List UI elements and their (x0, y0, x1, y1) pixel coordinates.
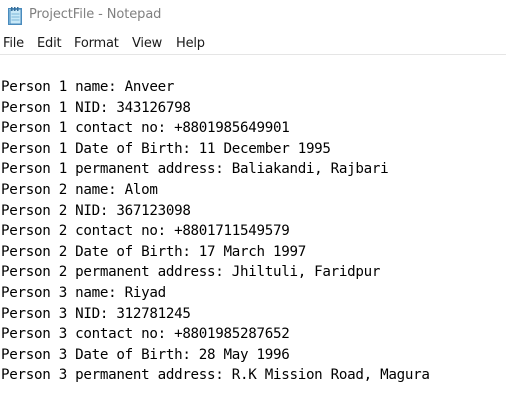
text-editor-area[interactable]: Person 1 name: Anveer Person 1 NID: 3431… (0, 56, 506, 420)
text-line: Person 3 contact no: +8801985287652 (1, 326, 290, 343)
text-line: Person 2 Date of Birth: 17 March 1997 (1, 243, 306, 260)
notepad-icon (6, 6, 24, 26)
menu-format[interactable]: Format (74, 36, 119, 51)
text-content: Person 1 name: Anveer Person 1 NID: 3431… (1, 77, 430, 386)
text-line: Person 1 Date of Birth: 11 December 1995 (1, 140, 331, 157)
text-line: Person 3 NID: 312781245 (1, 305, 191, 322)
menu-bar: File Edit Format View Help (0, 33, 506, 55)
text-line: Person 3 permanent address: R.K Mission … (1, 367, 430, 384)
text-line: Person 1 name: Anveer (1, 79, 175, 95)
notepad-window: ProjectFile - Notepad File Edit Format V… (0, 0, 506, 420)
text-line: Person 2 permanent address: Jhiltuli, Fa… (1, 264, 381, 281)
text-line: Person 2 contact no: +8801711549579 (1, 223, 290, 240)
menu-view[interactable]: View (132, 36, 162, 51)
text-line: Person 2 name: Alom (1, 181, 158, 198)
text-line: Person 3 Date of Birth: 28 May 1996 (1, 346, 290, 363)
window-title: ProjectFile - Notepad (29, 7, 162, 22)
text-line: Person 1 NID: 343126798 (1, 99, 191, 116)
menu-edit[interactable]: Edit (37, 36, 62, 51)
text-line: Person 2 NID: 367123098 (1, 202, 191, 219)
text-line: Person 1 contact no: +8801985649901 (1, 120, 290, 137)
menu-help[interactable]: Help (176, 36, 205, 51)
title-bar[interactable]: ProjectFile - Notepad (0, 0, 506, 32)
text-line: Person 3 name: Riyad (1, 284, 166, 301)
menu-file[interactable]: File (3, 36, 24, 51)
text-line: Person 1 permanent address: Baliakandi, … (1, 161, 389, 178)
